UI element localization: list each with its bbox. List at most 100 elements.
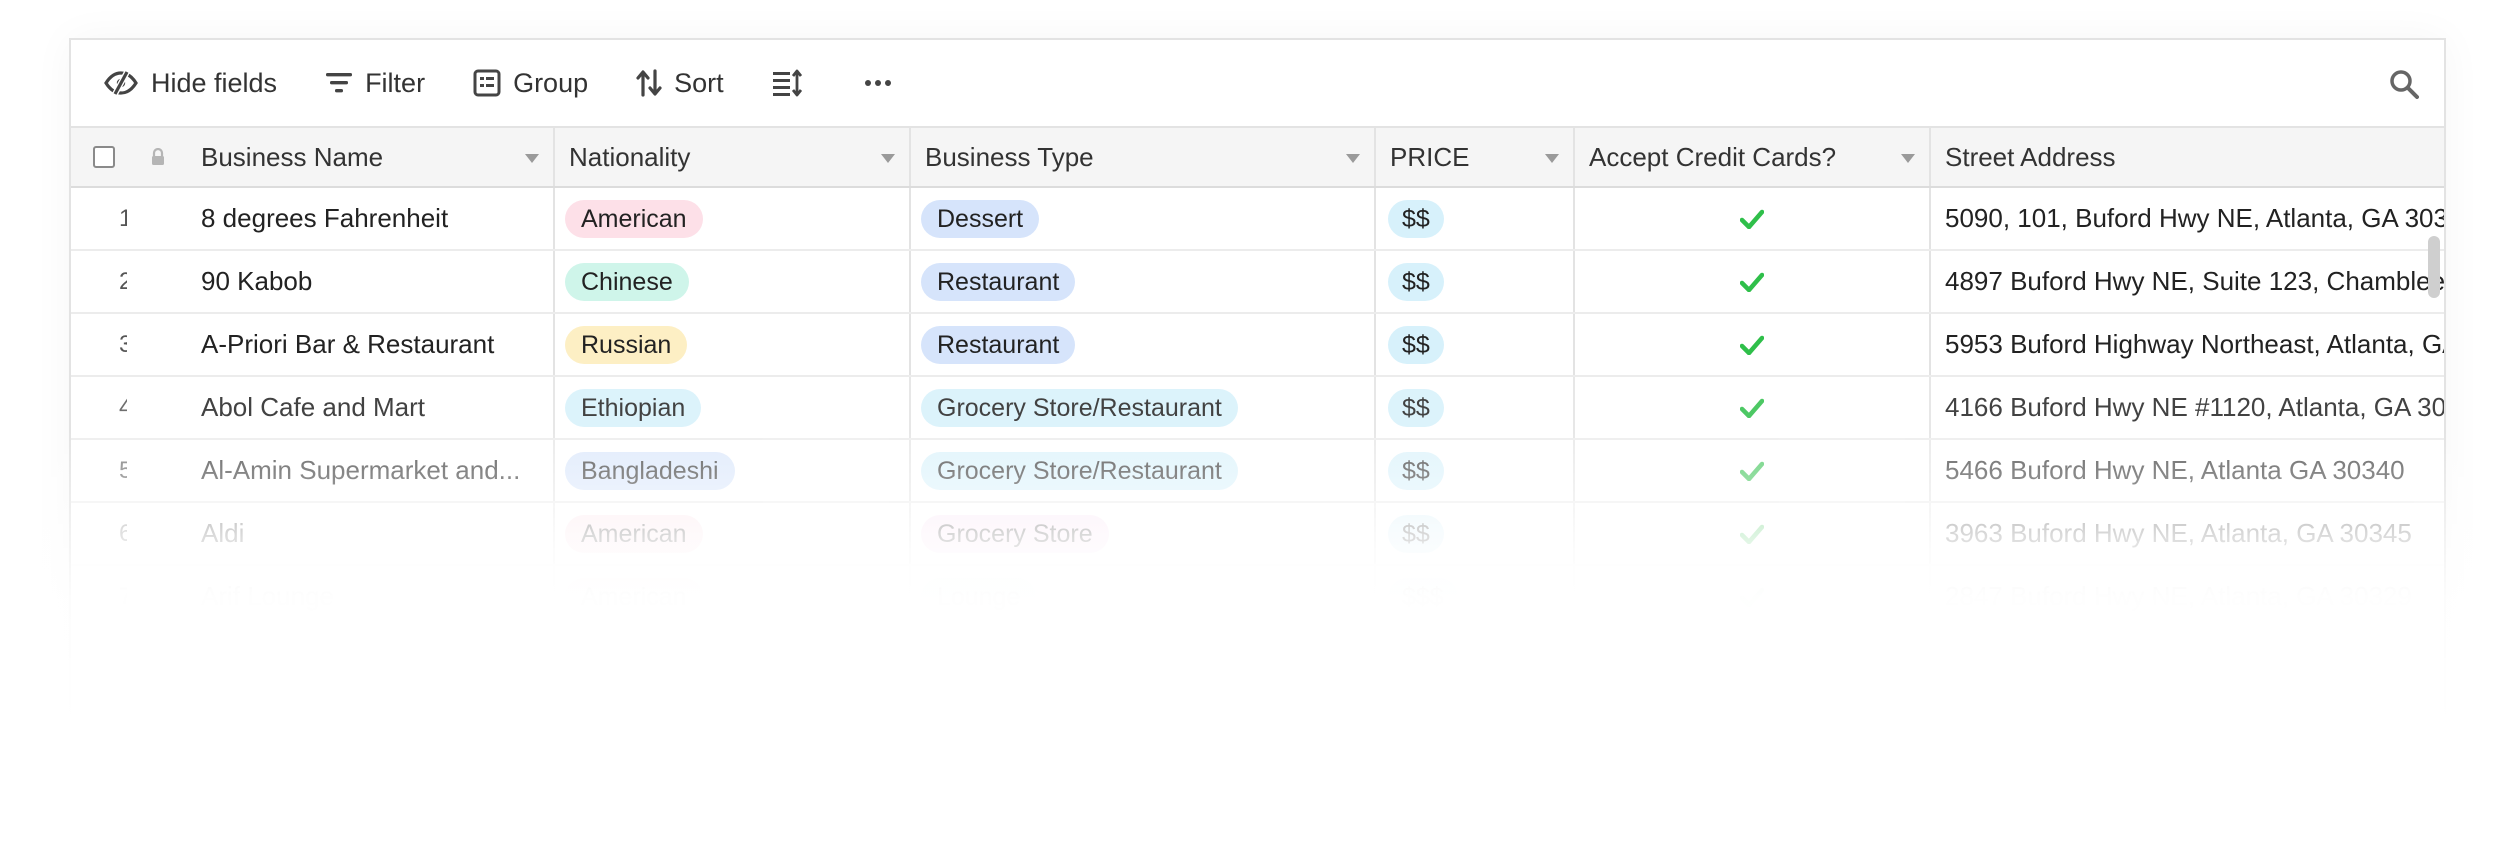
row-number-cell[interactable]: 6 (71, 503, 127, 564)
nationality-cell[interactable]: Bangladeshi (555, 440, 911, 501)
street-address-cell[interactable]: 4166 Buford Hwy NE #1120, Atlanta, GA 30… (1931, 377, 2444, 438)
nationality-cell[interactable]: Pan Asian (555, 629, 911, 690)
row-height-button[interactable] (742, 55, 834, 111)
price-cell[interactable]: $$ (1376, 251, 1575, 312)
business-name-cell[interactable]: Arif Lounge (189, 566, 555, 627)
table-row[interactable]: 7 Arif Lounge American Lounge $$$ 2847 Buford… (71, 566, 2444, 629)
credit-card-cell[interactable] (1575, 314, 1931, 375)
table-row[interactable]: 3 A-Priori Bar & Restaurant Russian Restaur… (71, 314, 2444, 377)
price-cell[interactable]: $$ (1376, 440, 1575, 501)
business-name-cell[interactable]: Aldi (189, 503, 555, 564)
chevron-down-icon[interactable] (1346, 154, 1360, 163)
select-all-checkbox[interactable] (93, 146, 115, 168)
credit-card-cell[interactable] (1575, 629, 1931, 690)
nationality-tag: Mexican (565, 703, 691, 742)
filter-button[interactable]: Filter (295, 55, 443, 111)
column-header-business-name[interactable]: Business Name (189, 128, 555, 186)
business-type-cell[interactable]: Grocery Store/Restaurant (911, 440, 1376, 501)
nationality-cell[interactable]: Ethiopian (555, 377, 911, 438)
checkmark-icon (1740, 461, 1764, 481)
sort-button[interactable]: Sort (606, 55, 742, 111)
business-type-cell[interactable]: Restaurant (911, 314, 1376, 375)
street-address-cell[interactable]: 2847 Buford Hwy NE, Atlanta, GA 30329 (1931, 566, 2444, 627)
row-number: 5 (93, 457, 127, 485)
credit-card-cell[interactable] (1575, 503, 1931, 564)
street-address-cell[interactable]: 5466 Buford Hwy NE, Atlanta GA 30340 (1931, 440, 2444, 501)
table-row[interactable]: 6 Aldi American Grocery Store $$ 3963 Buford … (71, 503, 2444, 566)
table-row[interactable]: 2 90 Kabob Chinese Restaurant $$ 4897 Buford … (71, 251, 2444, 314)
table-row[interactable]: 9 Atlanta Farm Market Mexican Market $$ (71, 692, 2444, 755)
column-header-street-address[interactable]: Street Address (1931, 128, 2444, 186)
price-cell[interactable]: $$ (1376, 188, 1575, 249)
table-row[interactable]: 4 Abol Cafe and Mart Ethiopian Grocery Stor… (71, 377, 2444, 440)
price-cell[interactable]: $$ (1376, 377, 1575, 438)
primary-field-lock (127, 128, 189, 186)
business-type-cell[interactable]: Lounge (911, 566, 1376, 627)
business-name-cell[interactable]: Al-Amin Supermarket and... (189, 440, 555, 501)
business-type-cell[interactable]: Market (911, 692, 1376, 753)
business-name-cell[interactable]: Abol Cafe and Mart (189, 377, 555, 438)
business-type-cell[interactable]: Dessert (911, 188, 1376, 249)
street-address-cell[interactable]: 5090, 101, Buford Hwy NE, Atlanta, GA 30… (1931, 188, 2444, 249)
business-name-cell[interactable]: 8 degrees Fahrenheit (189, 188, 555, 249)
row-number: 9 (93, 709, 127, 737)
row-number-cell[interactable]: 4 (71, 377, 127, 438)
business-name-cell[interactable]: 90 Kabob (189, 251, 555, 312)
row-number-cell[interactable]: 7 (71, 566, 127, 627)
street-address-cell[interactable]: 4166 Buford Hwy NE, Atlanta, GA 30345 (1931, 629, 2444, 690)
row-number-cell[interactable]: 5 (71, 440, 127, 501)
column-header-accept-credit-cards[interactable]: Accept Credit Cards? (1575, 128, 1931, 186)
chevron-down-icon[interactable] (881, 154, 895, 163)
credit-card-cell[interactable] (1575, 440, 1931, 501)
nationality-cell[interactable]: Russian (555, 314, 911, 375)
table-row[interactable]: 8 Asian Pearl Buffet Hibach... Pan Asian Re… (71, 629, 2444, 692)
row-number-cell[interactable]: 8 (71, 629, 127, 690)
more-options-button[interactable] (834, 55, 922, 111)
credit-card-cell[interactable] (1575, 377, 1931, 438)
chevron-down-icon[interactable] (1545, 154, 1559, 163)
price-cell[interactable]: $$ (1376, 314, 1575, 375)
group-icon (473, 69, 501, 97)
search-button[interactable] (2382, 62, 2426, 106)
business-name-cell[interactable]: Asian Pearl Buffet Hibach... (189, 629, 555, 690)
table-row[interactable]: 1 8 degrees Fahrenheit American Dessert $$ 50… (71, 188, 2444, 251)
price-cell[interactable]: $ (1376, 629, 1575, 690)
nationality-cell[interactable]: American (555, 188, 911, 249)
nationality-cell[interactable]: Mexican (555, 692, 911, 753)
chevron-down-icon[interactable] (1901, 154, 1915, 163)
street-address-cell[interactable]: 5953 Buford Highway Northeast, Atlanta, … (1931, 314, 2444, 375)
column-header-price[interactable]: PRICE (1376, 128, 1575, 186)
price-cell[interactable]: $$ (1376, 503, 1575, 564)
street-address-cell[interactable]: 3963 Buford Hwy NE, Atlanta, GA 30345 (1931, 503, 2444, 564)
vertical-scrollbar[interactable] (2428, 236, 2440, 298)
price-cell[interactable]: $$ (1376, 692, 1575, 753)
row-number-cell[interactable]: 3 (71, 314, 127, 375)
business-type-cell[interactable]: Grocery Store (911, 503, 1376, 564)
street-address: 4166 Buford Hwy NE, Atlanta, GA 30345 (1945, 644, 2412, 674)
chevron-down-icon[interactable] (525, 154, 539, 163)
business-type-cell[interactable]: Restaurant (911, 251, 1376, 312)
business-name-cell[interactable]: Atlanta Farm Market (189, 692, 555, 753)
hide-fields-button[interactable]: Hide fields (71, 55, 295, 111)
credit-card-cell[interactable] (1575, 566, 1931, 627)
street-address-cell[interactable]: 4897 Buford Hwy NE, Suite 123, Chamblee,… (1931, 251, 2444, 312)
row-number-cell[interactable]: 1 (71, 188, 127, 249)
price-cell[interactable]: $$$ (1376, 566, 1575, 627)
nationality-cell[interactable]: American (555, 566, 911, 627)
column-header-nationality[interactable]: Nationality (555, 128, 911, 186)
row-number-cell[interactable]: 2 (71, 251, 127, 312)
business-name: A-Priori Bar & Restaurant (201, 329, 495, 359)
row-number-cell[interactable]: 9 (71, 692, 127, 753)
business-type-cell[interactable]: Grocery Store/Restaurant (911, 377, 1376, 438)
table-row[interactable]: 5 Al-Amin Supermarket and... Bangladeshi Gr… (71, 440, 2444, 503)
nationality-cell[interactable]: Chinese (555, 251, 911, 312)
credit-card-cell[interactable] (1575, 251, 1931, 312)
credit-card-cell[interactable] (1575, 692, 1931, 753)
nationality-cell[interactable]: American (555, 503, 911, 564)
street-address-cell[interactable] (1931, 692, 2444, 753)
business-type-cell[interactable]: Restaurant (911, 629, 1376, 690)
credit-card-cell[interactable] (1575, 188, 1931, 249)
group-button[interactable]: Group (443, 55, 606, 111)
business-name-cell[interactable]: A-Priori Bar & Restaurant (189, 314, 555, 375)
column-header-business-type[interactable]: Business Type (911, 128, 1376, 186)
